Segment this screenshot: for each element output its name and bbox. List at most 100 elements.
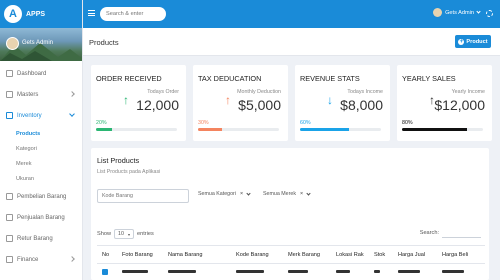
home-icon xyxy=(6,70,13,77)
column-header[interactable]: Harga Beli xyxy=(437,245,485,264)
plus-icon: + xyxy=(458,38,465,45)
merek-select[interactable]: Semua Merek × xyxy=(263,190,311,197)
sidebar-subitem-merek[interactable]: Merek xyxy=(0,156,82,171)
add-product-button[interactable]: + Product xyxy=(455,35,491,48)
sidebar-subitem-products[interactable]: Products xyxy=(0,126,82,141)
stat-caption: Yearly Income xyxy=(451,89,485,95)
gear-icon[interactable] xyxy=(486,10,493,17)
chevron-right-icon xyxy=(69,91,75,97)
column-header[interactable]: Merk Barang xyxy=(283,245,331,264)
chevron-down-icon xyxy=(69,111,75,117)
show-label: Show xyxy=(97,231,111,237)
topbar: Gets Admin xyxy=(83,0,500,28)
column-header[interactable]: Nama Barang xyxy=(163,245,231,264)
row-checkbox-cell xyxy=(97,264,117,280)
sidebar-subitem-kategori[interactable]: Kategori xyxy=(0,141,82,156)
sidebar-menu: Dashboard Masters Inventory Products Kat… xyxy=(0,61,82,270)
merek-value: Semua Merek xyxy=(263,191,296,197)
profile-name[interactable]: Gets Admin xyxy=(22,40,53,46)
sidebar-item-inventory[interactable]: Inventory xyxy=(0,105,82,126)
progress-bar xyxy=(198,128,279,131)
cell xyxy=(163,264,231,280)
sidebar-item-finance[interactable]: Finance xyxy=(0,249,82,270)
kode-barang-filter[interactable] xyxy=(97,189,189,203)
app-name: APPS xyxy=(26,10,46,18)
sidebar-item-label: Inventory xyxy=(17,112,42,119)
arrow-up-icon: ↑ xyxy=(123,93,129,107)
clear-icon[interactable]: × xyxy=(240,191,243,197)
table-row[interactable] xyxy=(97,264,485,280)
list-subtitle: List Products pada Aplikasi xyxy=(97,169,161,175)
stat-value: $8,000 xyxy=(340,97,383,113)
kategori-value: Semua Kategori xyxy=(198,191,236,197)
column-header[interactable]: Kode Barang xyxy=(231,245,283,264)
sidebar: A APPS Gets Admin Dashboard Masters Inve… xyxy=(0,0,83,280)
profile-banner: Gets Admin xyxy=(0,28,82,61)
stat-percent: 20% xyxy=(96,120,107,126)
stat-title: ORDER RECEIVED xyxy=(96,74,162,83)
product-photo xyxy=(122,270,148,274)
sidebar-item-label: Finance xyxy=(17,256,39,263)
document-icon xyxy=(6,214,13,221)
column-header[interactable]: Lokasi Rak xyxy=(331,245,369,264)
progress-fill xyxy=(300,128,349,131)
sidebar-subitem-ukuran[interactable]: Ukuran xyxy=(0,171,82,186)
sidebar-item-penjualan[interactable]: Penjualan Barang xyxy=(0,207,82,228)
cell-placeholder xyxy=(236,270,264,274)
progress-fill xyxy=(402,128,467,131)
chevron-down-icon xyxy=(476,9,481,14)
photo-cell xyxy=(117,264,163,280)
avatar[interactable] xyxy=(6,37,19,50)
brand[interactable]: A APPS xyxy=(0,0,82,28)
table-search-input[interactable] xyxy=(442,228,481,238)
progress-bar xyxy=(96,128,177,131)
add-product-label: Product xyxy=(466,38,488,45)
cell xyxy=(393,264,437,280)
page-header: Products + Product xyxy=(83,28,500,56)
column-header[interactable]: Foto Barang xyxy=(117,245,163,264)
sidebar-item-label: Dashboard xyxy=(17,70,47,77)
chevron-down-icon xyxy=(306,190,311,196)
cell xyxy=(369,264,393,280)
clear-icon[interactable]: × xyxy=(300,191,303,197)
kategori-select[interactable]: Semua Kategori × xyxy=(198,190,251,197)
cell xyxy=(283,264,331,280)
return-icon xyxy=(6,235,13,242)
page-length-select[interactable]: 10 ▾ xyxy=(114,229,134,239)
sidebar-item-pembelian[interactable]: Pembelian Barang xyxy=(0,186,82,207)
search-label: Search: xyxy=(419,230,439,236)
progress-bar xyxy=(402,128,483,131)
stat-title: REVENUE STATS xyxy=(300,74,360,83)
user-menu[interactable]: Gets Admin xyxy=(433,8,481,17)
products-panel: List Products List Products pada Aplikas… xyxy=(91,148,489,280)
stat-card-yearly: YEARLY SALES ↑ Yearly Income $12,000 80% xyxy=(397,65,492,141)
column-header[interactable]: No xyxy=(97,245,117,264)
column-header[interactable]: Stok xyxy=(369,245,393,264)
sidebar-item-label: Pembelian Barang xyxy=(17,193,67,200)
stat-card-revenue: REVENUE STATS ↓ Todays Income $8,000 60% xyxy=(295,65,390,141)
column-header[interactable]: Harga Jual xyxy=(393,245,437,264)
sidebar-item-label: Penjualan Barang xyxy=(17,214,65,221)
finance-icon xyxy=(6,256,13,263)
sidebar-item-dashboard[interactable]: Dashboard xyxy=(0,63,82,84)
table-header-row: No Foto Barang Nama Barang Kode Barang M… xyxy=(97,245,485,264)
stat-caption: Monthly Deduction xyxy=(237,89,281,95)
products-table: No Foto Barang Nama Barang Kode Barang M… xyxy=(97,245,485,280)
cell xyxy=(231,264,283,280)
search-input[interactable] xyxy=(100,7,166,21)
stat-value: $5,000 xyxy=(238,97,281,113)
stat-caption: Todays Order xyxy=(147,89,179,95)
progress-bar xyxy=(300,128,381,131)
cell-placeholder xyxy=(374,270,380,274)
stat-caption: Todays Income xyxy=(347,89,383,95)
page-title: Products xyxy=(89,38,119,47)
chevron-down-icon: ▾ xyxy=(127,231,130,237)
sidebar-item-retur[interactable]: Retur Barang xyxy=(0,228,82,249)
row-checkbox[interactable] xyxy=(102,268,108,275)
stat-percent: 30% xyxy=(198,120,209,126)
menu-toggle-icon[interactable] xyxy=(88,10,95,16)
avatar xyxy=(433,8,443,17)
progress-fill xyxy=(198,128,223,131)
page-length-control: Show 10 ▾ entries xyxy=(97,229,154,239)
sidebar-item-masters[interactable]: Masters xyxy=(0,84,82,105)
